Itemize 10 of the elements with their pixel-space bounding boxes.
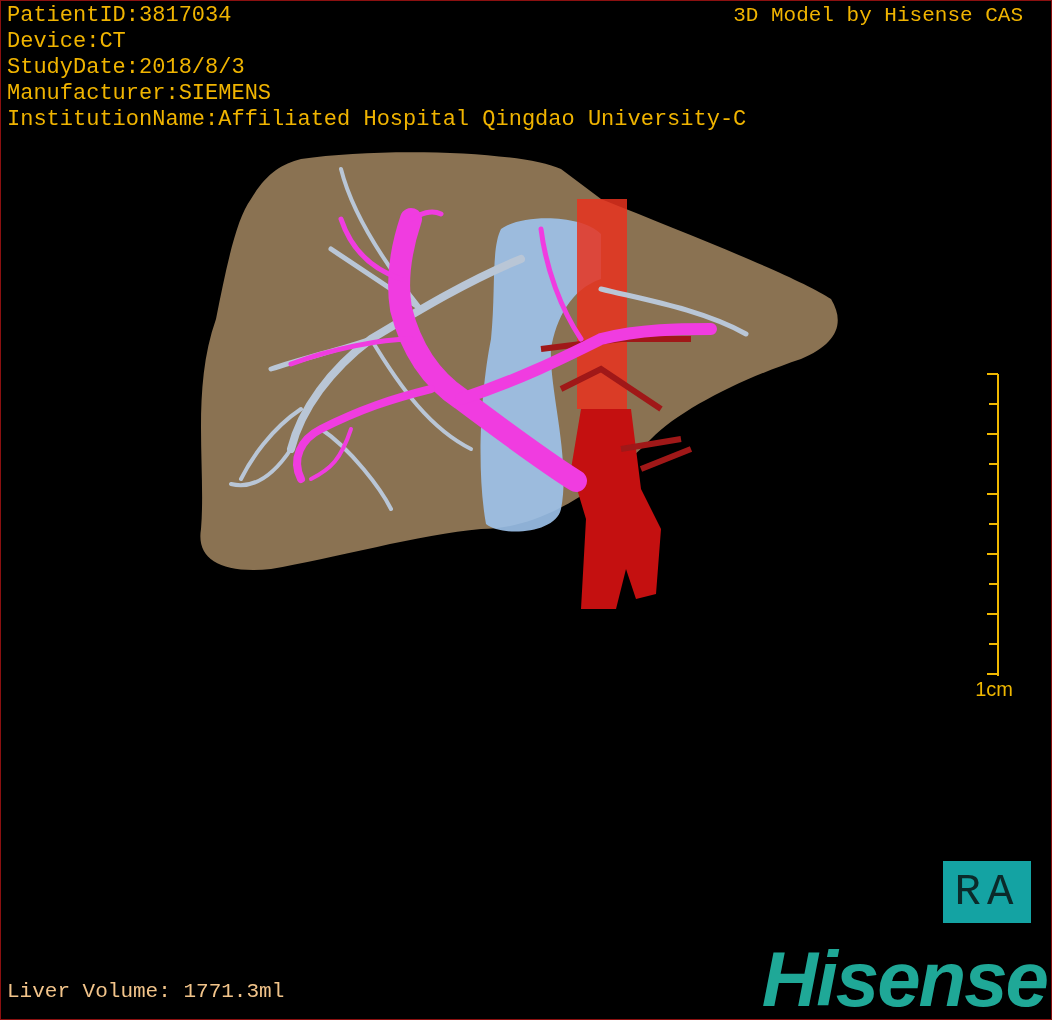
patient-info-text: PatientID:3817034 (7, 3, 232, 29)
patient-info-text: StudyDate:2018/8/3 (7, 55, 245, 81)
brand-logo: Hisense (761, 939, 1047, 1019)
scale-label: 1cm (975, 677, 1013, 701)
patient-info-text: InstitutionName:Affiliated Hospital Qingdao University-C (7, 107, 747, 133)
liver-volume-text: Liver Volume: 1771.3ml (7, 979, 285, 1005)
viewer-title: 3D Model by Hisense CAS (733, 3, 1023, 29)
patient-info-text: Device:CT (7, 29, 126, 55)
patient-info-text: Manufacturer:SIEMENS (7, 81, 272, 107)
orientation-badge: RA (943, 861, 1031, 923)
